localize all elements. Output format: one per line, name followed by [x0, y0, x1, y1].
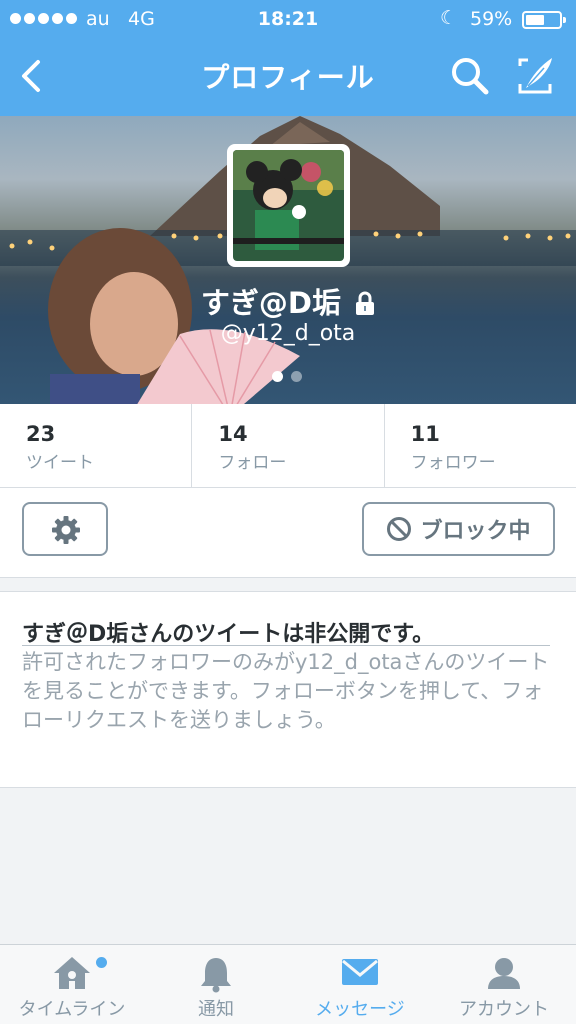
moon-icon: ☾	[440, 7, 458, 29]
stat-tweets[interactable]: 23 ツイート	[0, 404, 193, 487]
blocked-button-label: ブロック中	[420, 519, 531, 544]
battery-icon	[522, 11, 566, 29]
tab-label: 通知	[198, 999, 234, 1020]
avatar-image	[233, 150, 344, 261]
stat-count: 23	[26, 422, 56, 446]
gear-icon	[52, 516, 80, 544]
tab-label: メッセージ	[315, 999, 405, 1020]
profile-avatar[interactable]	[227, 144, 350, 267]
stat-followers[interactable]: 11 フォロワー	[385, 404, 576, 487]
profile-actions: ブロック中	[0, 488, 576, 578]
header-page-indicator[interactable]	[272, 371, 302, 382]
stat-label: ツイート	[26, 453, 94, 473]
search-button[interactable]	[448, 54, 492, 98]
notice-divider	[22, 645, 550, 646]
tab-notifications[interactable]: 通知	[144, 945, 288, 1024]
search-icon	[452, 58, 489, 95]
person-icon	[488, 958, 520, 989]
page-dot	[291, 371, 302, 382]
tab-label: タイムライン	[18, 999, 126, 1020]
compose-button[interactable]	[514, 54, 558, 98]
protected-tweets-notice: すぎ＠D垢さんのツイートは非公開です。 許可されたフォロワーのみがy12_d_o…	[0, 591, 576, 788]
compose-icon	[518, 58, 552, 94]
status-bar: au 4G 18:21 ☾ 59%	[0, 0, 576, 40]
display-name-text: すぎ@D垢	[200, 286, 341, 320]
stat-following[interactable]: 14 フォロー	[192, 404, 385, 487]
tab-label: アカウント	[459, 999, 549, 1020]
home-icon	[54, 957, 90, 989]
profile-handle: @y12_d_ota	[220, 321, 356, 346]
stat-label: フォロー	[218, 453, 287, 473]
lock-icon	[356, 291, 375, 315]
bell-icon	[201, 958, 231, 993]
tab-timeline[interactable]: タイムライン	[0, 945, 144, 1024]
stat-label: フォロワー	[410, 453, 496, 473]
stat-count: 14	[218, 422, 248, 446]
block-icon	[387, 517, 412, 541]
envelope-icon	[342, 959, 378, 985]
battery-percent: 59%	[470, 8, 513, 30]
notice-title: すぎ＠D垢さんのツイートは非公開です。	[22, 622, 435, 647]
profile-display-name: すぎ@D垢	[0, 280, 576, 322]
stat-count: 11	[410, 422, 440, 446]
tab-bar: タイムライン 通知 メッセージ アカウント	[0, 944, 576, 1024]
blocked-button[interactable]: ブロック中	[362, 502, 555, 556]
tab-account[interactable]: アカウント	[432, 945, 576, 1024]
tab-messages[interactable]: メッセージ	[288, 945, 432, 1024]
notice-body: 許可されたフォロワーのみがy12_d_otaさんのツイートを見ることができます。…	[22, 650, 550, 732]
navigation-bar: プロフィール	[0, 40, 576, 116]
profile-stats: 23 ツイート 14 フォロー 11 フォロワー	[0, 404, 576, 488]
page-dot-active	[272, 371, 283, 382]
settings-button[interactable]	[22, 502, 108, 556]
unread-dot	[96, 957, 107, 968]
